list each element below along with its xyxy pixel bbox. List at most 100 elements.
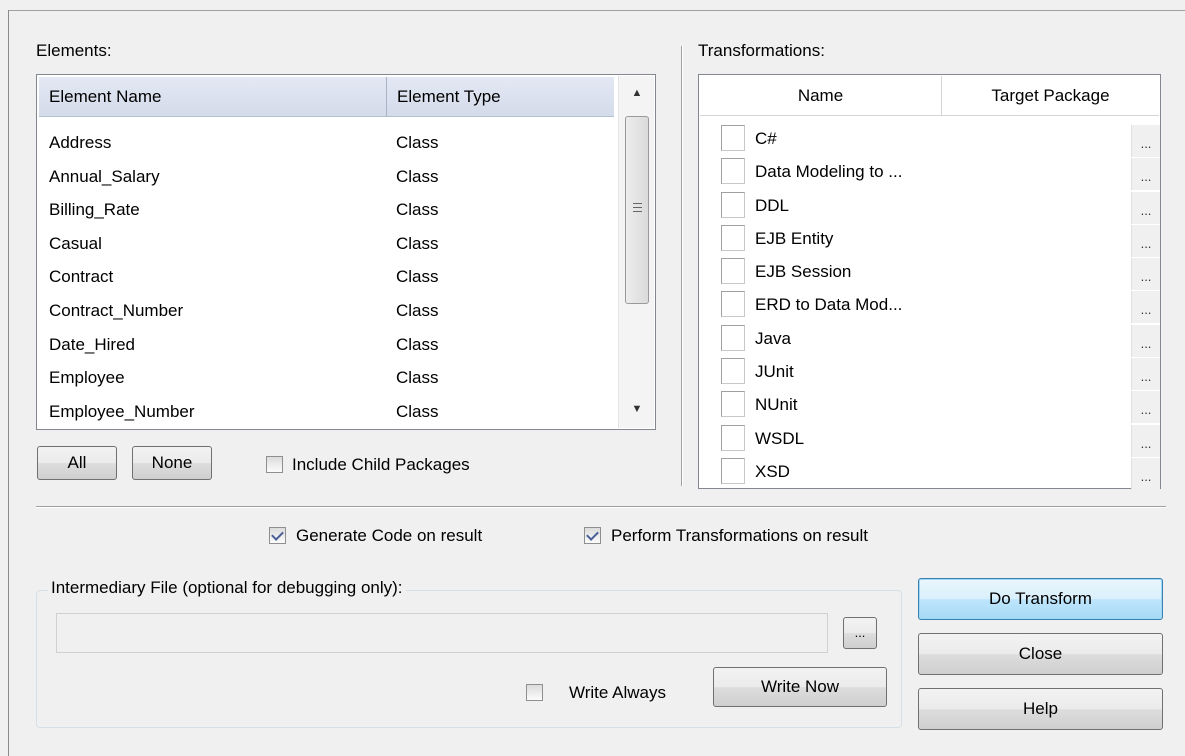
table-row[interactable]: Billing_Rate Class [39,194,614,228]
scroll-thumb[interactable] [625,116,649,304]
transformation-name: Data Modeling to ... [755,162,903,182]
transformation-name: NUnit [755,395,798,415]
table-row[interactable]: Employee_Number Class [39,396,614,430]
target-package-browse-button[interactable]: ... [1131,358,1160,391]
transformation-checkbox[interactable] [721,324,745,351]
table-row[interactable]: Casual Class [39,228,614,262]
write-always-label: Write Always [569,683,666,702]
column-header-name[interactable]: Name [700,76,941,116]
table-row[interactable]: Address Class [39,127,614,161]
list-item[interactable]: JUnit... [699,358,1160,391]
all-button[interactable]: All [37,446,117,480]
list-item[interactable]: EJB Session... [699,258,1160,291]
target-package-browse-button[interactable]: ... [1131,391,1160,424]
include-child-packages-label: Include Child Packages [292,455,470,474]
target-package-browse-button[interactable]: ... [1131,424,1160,457]
transformation-name: DDL [755,195,790,215]
transformation-checkbox[interactable] [721,191,745,218]
thumb-grip-icon [633,203,642,204]
browse-button[interactable]: ... [843,617,877,649]
list-item[interactable]: NUnit... [699,391,1160,424]
none-button[interactable]: None [132,446,212,480]
transformation-name: JUnit [755,362,794,382]
target-package-browse-button[interactable]: ... [1131,457,1160,490]
element-type-cell: Class [396,267,439,287]
target-package-browse-button[interactable]: ... [1131,191,1160,224]
include-child-packages-checkbox[interactable] [266,456,283,473]
transformation-name: C# [755,129,777,148]
transformation-checkbox[interactable] [721,457,745,484]
elements-list[interactable]: Element Name Element Type Address Class An… [36,74,656,430]
list-item[interactable]: WSDL... [699,424,1160,458]
intermediary-file-input[interactable] [56,613,828,653]
close-button[interactable]: Close [918,633,1163,675]
transformation-name: EJB Entity [755,228,834,248]
element-name-cell: Billing_Rate [49,200,140,220]
table-row[interactable]: Contract Class [39,261,614,295]
do-transform-button[interactable]: Do Transform [918,578,1163,620]
transformation-checkbox[interactable] [721,158,745,185]
list-item[interactable]: EJB Entity... [699,224,1160,258]
element-type-cell: Class [396,233,439,253]
scroll-down-arrow-icon[interactable]: ▼ [619,394,655,424]
target-package-browse-button[interactable]: ... [1131,258,1160,291]
transformation-checkbox[interactable] [721,258,745,285]
write-now-button[interactable]: Write Now [713,667,887,707]
perform-transformations-label: Perform Transformations on result [611,526,868,545]
transformation-checkbox[interactable] [721,391,745,418]
perform-transformations-checkbox[interactable] [584,527,601,544]
write-always-checkbox[interactable] [526,684,543,701]
list-item[interactable]: C#... [699,125,1160,158]
help-button[interactable]: Help [918,688,1163,730]
list-item[interactable]: Data Modeling to ...... [699,158,1160,191]
element-type-cell: Class [396,334,439,354]
column-header-element-name[interactable]: Element Name [39,77,386,117]
transformation-checkbox[interactable] [721,424,745,451]
transformations-list[interactable]: Name Target Package C#... Data Modeling t… [698,74,1161,491]
list-item[interactable]: XSD... [699,457,1160,491]
transformation-name: Java [755,328,791,348]
column-header-element-type[interactable]: Element Type [387,77,614,117]
target-package-browse-button[interactable]: ... [1131,125,1160,157]
dialog-border-left [8,10,9,756]
dialog-border-top [8,10,1185,11]
transformations-list-header: Name Target Package [700,76,1159,116]
table-row[interactable]: Employee Class [39,362,614,396]
element-name-cell: Date_Hired [49,334,135,354]
transformation-name: ERD to Data Mod... [755,295,903,315]
element-type-cell: Class [396,166,439,186]
transformation-name: WSDL [755,428,805,448]
transformation-checkbox[interactable] [721,224,745,251]
list-item[interactable]: DDL... [699,191,1160,225]
elements-rows: Address Class Annual_Salary Class Billing_Ra… [39,127,614,429]
list-item[interactable]: Java... [699,324,1160,358]
table-row[interactable]: Date_Hired Class [39,329,614,363]
column-header-target-package[interactable]: Target Package [942,76,1159,116]
scroll-up-arrow-icon[interactable]: ▲ [619,78,655,108]
transformation-name: EJB Session [755,262,852,282]
element-name-cell: Annual_Salary [49,166,160,186]
element-type-cell: Class [396,368,439,388]
target-package-browse-button[interactable]: ... [1131,291,1160,324]
transformation-checkbox[interactable] [721,125,745,151]
transformation-checkbox[interactable] [721,291,745,318]
element-name-cell: Casual [49,233,102,253]
target-package-browse-button[interactable]: ... [1131,224,1160,257]
section-divider-horizontal [36,506,1166,507]
elements-list-header: Element Name Element Type [39,77,614,117]
table-row[interactable]: Annual_Salary Class [39,161,614,195]
transformation-checkbox[interactable] [721,358,745,385]
element-type-cell: Class [396,401,439,421]
transformations-rows: C#... Data Modeling to ...... DDL... EJB En… [699,125,1160,491]
target-package-browse-button[interactable]: ... [1131,324,1160,357]
generate-code-label: Generate Code on result [296,526,483,545]
element-name-cell: Employee [49,368,125,388]
target-package-browse-button[interactable]: ... [1131,158,1160,191]
elements-vertical-scrollbar[interactable]: ▲ ▼ [618,76,654,428]
generate-code-checkbox[interactable] [269,527,286,544]
section-divider-vertical [681,46,682,486]
list-item[interactable]: ERD to Data Mod...... [699,291,1160,324]
element-type-cell: Class [396,133,439,152]
element-name-cell: Contract_Number [49,300,184,320]
table-row[interactable]: Contract_Number Class [39,295,614,329]
